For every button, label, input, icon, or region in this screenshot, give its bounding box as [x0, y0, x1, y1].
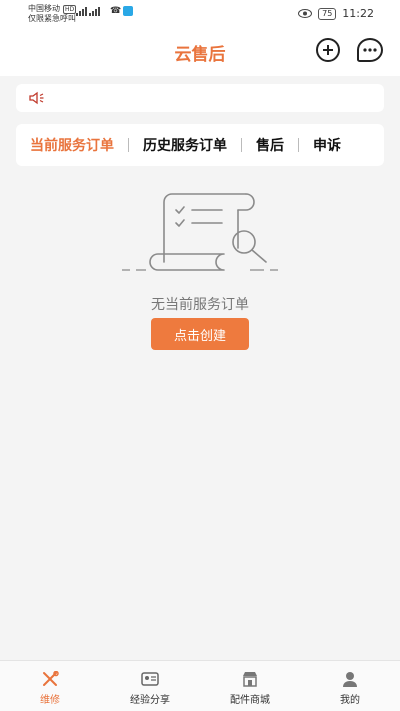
tab-divider	[298, 138, 299, 152]
nav-mine[interactable]: 我的	[300, 661, 400, 711]
tab-divider	[241, 138, 242, 152]
create-order-button[interactable]: 点击创建	[151, 318, 249, 350]
announcement-bar[interactable]	[16, 84, 384, 112]
tab-divider	[128, 138, 129, 152]
plus-icon	[323, 45, 333, 55]
app-notification-icon	[123, 6, 134, 16]
nav-parts-mall[interactable]: 配件商城	[200, 661, 300, 711]
bottom-nav: 维修 经验分享 配件商城 我的	[0, 660, 400, 711]
message-button[interactable]	[357, 38, 383, 62]
nav-repair-label: 维修	[40, 695, 60, 706]
nav-mine-label: 我的	[340, 695, 360, 706]
emergency-only-text: 仅限紧急呼叫	[28, 14, 76, 23]
nav-experience-label: 经验分享	[130, 695, 170, 706]
app-header: 云售后	[0, 30, 400, 76]
clock: 11:22	[342, 7, 374, 20]
tab-after-sales[interactable]: 售后	[256, 135, 284, 155]
status-bar: 中国移动 HD 仅限紧急呼叫 ☎ 75 11:22	[0, 0, 400, 30]
signal-icon	[76, 7, 87, 16]
nav-repair[interactable]: 维修	[0, 661, 100, 711]
order-tabs: 当前服务订单 历史服务订单 售后 申诉	[16, 124, 384, 166]
id-card-icon	[141, 671, 159, 687]
battery-indicator: 75	[318, 7, 337, 20]
carrier-name: 中国移动	[28, 4, 60, 13]
carrier-info: 中国移动 HD 仅限紧急呼叫	[28, 4, 77, 24]
hd-badge: HD	[63, 4, 77, 14]
eye-icon	[298, 9, 313, 18]
tab-history-orders[interactable]: 历史服务订单	[143, 135, 227, 155]
chat-bubble-icon	[363, 48, 377, 52]
person-icon	[341, 671, 359, 687]
nav-experience-share[interactable]: 经验分享	[100, 661, 200, 711]
tab-current-orders[interactable]: 当前服务订单	[30, 135, 114, 155]
empty-state-message: 无当前服务订单	[151, 297, 249, 313]
status-icons: ☎	[76, 6, 134, 16]
empty-document-search-icon	[122, 193, 278, 271]
tab-appeal[interactable]: 申诉	[313, 135, 341, 155]
status-right: 75 11:22	[298, 7, 374, 20]
signal-icon-2	[89, 7, 100, 16]
phone-icon: ☎	[110, 6, 122, 16]
page-title: 云售后	[174, 45, 226, 65]
add-button[interactable]	[316, 38, 340, 62]
speaker-icon	[29, 91, 44, 105]
nav-parts-label: 配件商城	[230, 695, 270, 706]
repair-tools-icon	[41, 671, 59, 687]
store-icon	[241, 671, 259, 687]
